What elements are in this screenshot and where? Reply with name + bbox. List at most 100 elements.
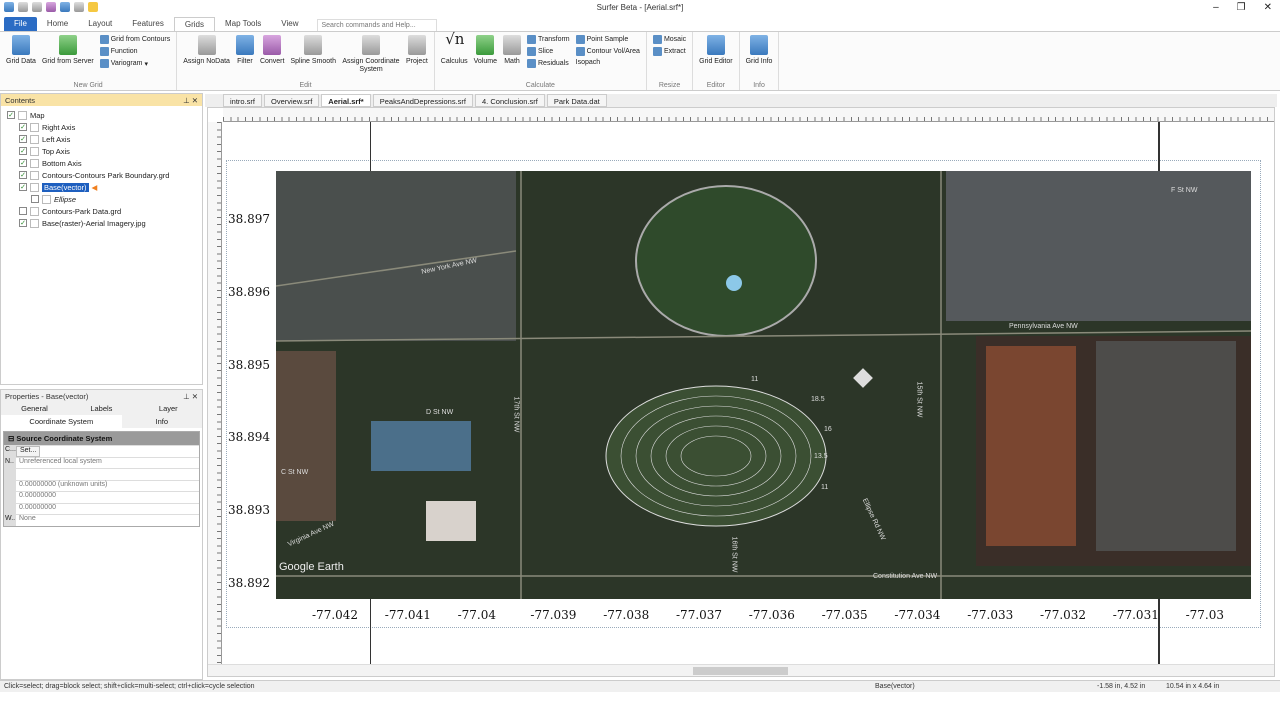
tab-general[interactable]: General — [1, 402, 68, 415]
close-icon[interactable]: ✕ — [1264, 2, 1272, 13]
visibility-checkbox[interactable]: ✓ — [19, 219, 27, 227]
document-tabs: intro.srf Overview.srf Aerial.srf* PeaksAnd… — [205, 94, 1277, 107]
variogram-button[interactable]: Variogram ▾ — [99, 59, 171, 68]
visibility-checkbox[interactable]: ✓ — [19, 159, 27, 167]
street-label: D St NW — [426, 409, 454, 416]
tab-features[interactable]: Features — [122, 17, 174, 32]
project-button[interactable]: Project — [403, 35, 431, 78]
tree-item[interactable]: ✓ Top Axis — [1, 145, 202, 157]
horizontal-scrollbar[interactable] — [208, 664, 1274, 676]
tree-item[interactable]: ✓ Base(vector) ◀ — [1, 181, 202, 193]
property-key — [4, 492, 16, 503]
tab-coordinate-system[interactable]: Coordinate System — [1, 415, 122, 428]
volume-button[interactable]: Volume — [471, 35, 500, 78]
spline-smooth-button[interactable]: Spline Smooth — [287, 35, 339, 78]
point-sample-button[interactable]: Point Sample — [575, 35, 640, 44]
maximize-icon[interactable]: ❐ — [1237, 2, 1246, 13]
property-row[interactable] — [4, 468, 199, 480]
visibility-checkbox[interactable] — [31, 195, 39, 203]
filter-button[interactable]: Filter — [233, 35, 257, 78]
assign-nodata-button[interactable]: Assign NoData — [180, 35, 233, 78]
transform-button[interactable]: Transform — [527, 35, 570, 44]
convert-button[interactable]: Convert — [257, 35, 288, 78]
pin-close-icons[interactable]: ⊥ ✕ — [183, 392, 198, 401]
label: Spline Smooth — [290, 58, 336, 65]
label: Math — [504, 58, 520, 65]
property-row[interactable]: 0.00000000 — [4, 491, 199, 503]
tree-item[interactable]: Contours-Park Data.grd — [1, 205, 202, 217]
tree-item-label: Base(vector) — [42, 182, 89, 192]
tree-item[interactable]: ✓ Bottom Axis — [1, 157, 202, 169]
label: Contour Vol/Area — [586, 48, 640, 55]
grid-editor-button[interactable]: Grid Editor — [696, 35, 735, 78]
tab-file[interactable]: File — [4, 17, 37, 32]
contour-vol-area-button[interactable]: Contour Vol/Area — [575, 47, 640, 56]
visibility-checkbox[interactable]: ✓ — [19, 123, 27, 131]
status-bar: Click=select; drag=block select; shift+c… — [0, 680, 1280, 692]
grid-data-button[interactable]: Grid Data — [3, 35, 39, 78]
pin-close-icons[interactable]: ⊥ ✕ — [183, 96, 198, 105]
assign-coordinate-system-button[interactable]: Assign Coordinate System — [339, 35, 403, 78]
tree-item[interactable]: Ellipse — [1, 193, 202, 205]
math-button[interactable]: Math — [500, 35, 524, 78]
doc-tab[interactable]: 4. Conclusion.srf — [475, 94, 545, 107]
layer-icon — [30, 206, 39, 216]
doc-tab[interactable]: PeaksAndDepressions.srf — [372, 94, 474, 107]
mosaic-button[interactable]: Mosaic — [652, 35, 686, 44]
plot-canvas[interactable]: New York Ave NW D St NW C St NW Virginia… — [207, 107, 1275, 677]
scrollbar-thumb[interactable] — [693, 667, 788, 675]
tree-item[interactable]: ✓ Contours-Contours Park Boundary.grd — [1, 169, 202, 181]
visibility-checkbox[interactable]: ✓ — [19, 147, 27, 155]
grid-from-server-button[interactable]: Grid from Server — [39, 35, 97, 78]
visibility-checkbox[interactable]: ✓ — [7, 111, 15, 119]
residuals-button[interactable]: Residuals — [527, 59, 570, 68]
property-row[interactable]: N.. Unreferenced local system — [4, 456, 199, 468]
doc-tab[interactable]: intro.srf — [223, 94, 263, 107]
property-row[interactable]: 0.00000000 (unknown units) — [4, 479, 199, 491]
tab-info[interactable]: Info — [121, 415, 202, 428]
tab-layout[interactable]: Layout — [78, 17, 122, 32]
visibility-checkbox[interactable] — [19, 207, 27, 215]
property-row[interactable]: 0.00000000 — [4, 502, 199, 514]
minimize-icon[interactable]: – — [1213, 2, 1219, 13]
tab-labels[interactable]: Labels — [67, 402, 135, 415]
visibility-checkbox[interactable]: ✓ — [19, 183, 27, 191]
tree-item[interactable]: ✓ Right Axis — [1, 121, 202, 133]
property-row[interactable]: W.. None — [4, 514, 199, 526]
group-edit: Assign NoData Filter Convert Spline Smoo… — [177, 32, 435, 90]
property-value[interactable]: Set... — [16, 446, 41, 457]
street-label: Pennsylvania Ave NW — [1009, 323, 1078, 330]
tree-item[interactable]: ✓ Left Axis — [1, 133, 202, 145]
slice-button[interactable]: Slice — [527, 47, 570, 56]
grid-info-button[interactable]: Grid Info — [743, 35, 776, 78]
doc-tab[interactable]: Aerial.srf* — [321, 94, 371, 107]
tab-view[interactable]: View — [271, 17, 308, 32]
doc-tab[interactable]: Overview.srf — [264, 94, 320, 107]
visibility-checkbox[interactable]: ✓ — [19, 135, 27, 143]
label: Slice — [538, 48, 554, 55]
label: Variogram — [110, 60, 143, 67]
visibility-checkbox[interactable]: ✓ — [19, 171, 27, 179]
tab-layer[interactable]: Layer — [134, 402, 202, 415]
group-label: Info — [753, 82, 765, 89]
grid-from-contours-button[interactable]: Grid from Contours — [99, 35, 171, 44]
property-row[interactable]: C... Set... — [4, 445, 199, 457]
tab-home[interactable]: Home — [37, 17, 78, 32]
section-header[interactable]: ⊟ Source Coordinate System — [4, 432, 199, 445]
isopach-button[interactable]: Isopach — [576, 59, 640, 66]
label: Grid from Contours — [110, 36, 171, 43]
extract-button[interactable]: Extract — [652, 47, 686, 56]
group-resize: Mosaic Extract Resize — [647, 32, 694, 90]
function-button[interactable]: Function — [99, 47, 171, 56]
tree-item[interactable]: ✓ Map — [1, 109, 202, 121]
doc-tab[interactable]: Park Data.dat — [546, 94, 607, 107]
street-label: Constitution Ave NW — [873, 573, 938, 580]
group-editor: Grid Editor Editor — [693, 32, 740, 90]
status-position: -1.58 in, 4.52 in — [1097, 683, 1146, 690]
calculus-button[interactable]: √n Calculus — [438, 32, 471, 78]
aerial-map-image[interactable]: New York Ave NW D St NW C St NW Virginia… — [276, 171, 1251, 599]
tab-map-tools[interactable]: Map Tools — [215, 17, 271, 32]
tab-grids[interactable]: Grids — [173, 17, 215, 32]
label: Assign Coordinate System — [342, 58, 400, 73]
tree-item[interactable]: ✓ Base(raster)-Aerial Imagery.jpg — [1, 217, 202, 229]
